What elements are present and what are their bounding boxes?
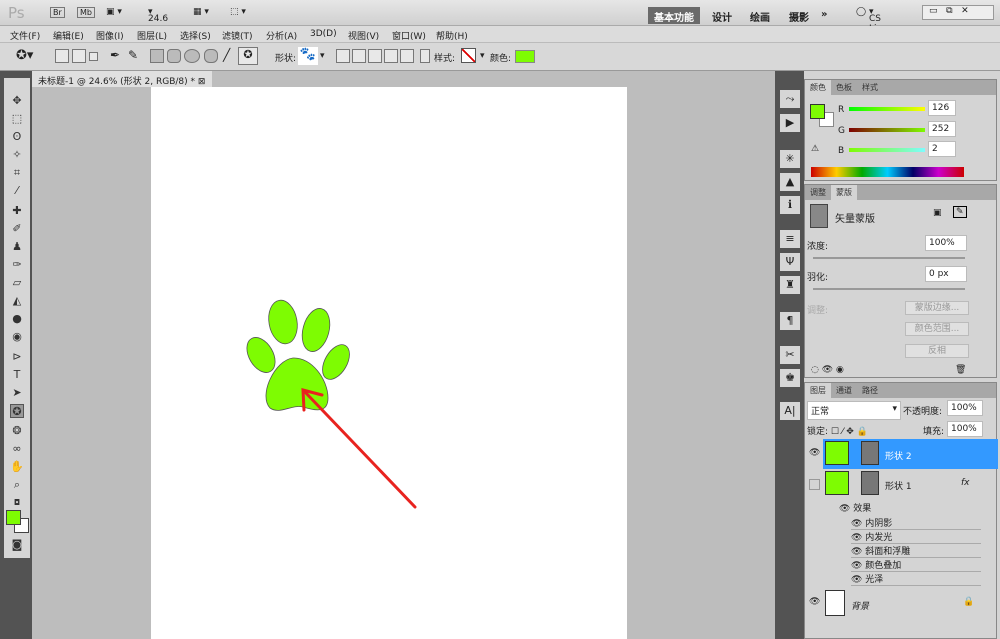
tab-layers[interactable]: 图层: [805, 383, 831, 398]
effect-label: 内发光: [865, 533, 893, 543]
effect-label: 斜面和浮雕: [865, 547, 911, 557]
brush-presets-icon[interactable]: ≡: [780, 230, 800, 248]
tab-masks[interactable]: 蒙版: [831, 185, 857, 200]
effect-label: 光泽: [865, 575, 884, 585]
b-slider[interactable]: [849, 148, 925, 152]
actions-icon[interactable]: ▶: [780, 114, 800, 132]
foreground-color[interactable]: [6, 510, 21, 525]
b-input[interactable]: 2: [928, 141, 956, 157]
vector-mask-thumbnail: [861, 441, 879, 465]
feather-label: 羽化:: [807, 273, 829, 283]
opacity-input[interactable]: 100%: [947, 400, 983, 416]
g-slider[interactable]: [849, 128, 925, 132]
effect-color-overlay[interactable]: 👁 颜色叠加: [851, 558, 981, 572]
clone-source-icon[interactable]: ♜: [780, 276, 800, 294]
masks-panel: 调整 蒙版 矢量蒙版 ▣ ✎ 浓度: 100% 羽化: 0 px 调整: 蒙版边缘…: [804, 184, 997, 378]
tab-styles[interactable]: 样式: [857, 80, 883, 95]
feather-slider[interactable]: [813, 288, 965, 290]
history-icon[interactable]: ⤳: [780, 90, 800, 108]
layer-thumbnail: [825, 471, 849, 495]
layers-panel: 图层 通道 路径 正常 ▾ 不透明度: 100% 锁定: ☐ ⁄ ✥ 🔒 填充: 10…: [804, 382, 998, 639]
opacity-label: 不透明度:: [903, 407, 943, 417]
r-label: R: [838, 105, 845, 115]
color-range-button[interactable]: 颜色范围...: [905, 322, 969, 336]
density-input[interactable]: 100%: [925, 235, 967, 251]
refine-label: 调整:: [807, 306, 829, 316]
info-icon[interactable]: ℹ: [780, 196, 800, 214]
vector-mask-title: 矢量蒙版: [835, 214, 875, 225]
visibility-eye-icon[interactable]: 👁: [809, 448, 820, 458]
tab-adjustments[interactable]: 调整: [805, 185, 831, 200]
layer-row-background[interactable]: 背景 🔒: [823, 587, 998, 619]
blend-mode-select[interactable]: 正常 ▾: [807, 401, 901, 420]
color-ramp[interactable]: [811, 167, 964, 177]
r-slider[interactable]: [849, 107, 925, 111]
layer-thumbnail: [825, 441, 849, 465]
effect-satin[interactable]: 👁 光泽: [851, 572, 981, 586]
layer-row-shape2[interactable]: 形状 2: [823, 439, 998, 469]
layer-name: 形状 1: [885, 482, 912, 492]
pixel-mask-button[interactable]: ▣: [933, 208, 942, 218]
lock-icon: 🔒: [963, 597, 975, 607]
layer-name: 背景: [851, 602, 870, 612]
fx-icon[interactable]: fx: [961, 478, 970, 488]
effects-row[interactable]: 👁 效果: [839, 501, 871, 514]
layer-thumbnail: [825, 590, 845, 616]
g-label: G: [838, 126, 845, 136]
lock-controls[interactable]: 锁定: ☐ ⁄ ✥ 🔒: [807, 424, 868, 437]
tab-swatches[interactable]: 色板: [831, 80, 857, 95]
tool-presets-icon[interactable]: ✂: [780, 346, 800, 364]
effect-inner-shadow[interactable]: 👁 内阴影: [851, 516, 981, 530]
g-input[interactable]: 252: [928, 121, 956, 137]
effect-bevel-emboss[interactable]: 👁 斜面和浮雕: [851, 544, 981, 558]
vector-mask-thumbnail: [861, 471, 879, 495]
gamut-warning-icon[interactable]: ⚠: [811, 144, 819, 154]
mask-thumbnail: [810, 204, 828, 228]
density-label: 浓度:: [807, 242, 829, 252]
character-icon[interactable]: A|: [780, 402, 800, 420]
load-selection-icon[interactable]: ◌ 👁 ◉: [811, 365, 844, 375]
effects-label: 效果: [853, 504, 872, 514]
r-input[interactable]: 126: [928, 100, 956, 116]
layer-name: 形状 2: [885, 452, 912, 462]
paragraph-icon[interactable]: ¶: [780, 312, 800, 330]
red-arrow: [301, 388, 417, 509]
fill-input[interactable]: 100%: [947, 421, 983, 437]
fill-label: 填充:: [923, 427, 945, 437]
visibility-toggle[interactable]: [809, 479, 820, 490]
density-slider[interactable]: [813, 257, 965, 259]
tab-paths[interactable]: 路径: [857, 383, 883, 398]
tab-channels[interactable]: 通道: [831, 383, 857, 398]
paw-shape[interactable]: [241, 298, 355, 411]
3d-icon[interactable]: ♚: [780, 369, 800, 387]
histogram-icon[interactable]: ▲: [780, 173, 800, 191]
lock-label: 锁定:: [807, 427, 829, 437]
effect-label: 颜色叠加: [865, 561, 902, 571]
layer-row-shape1[interactable]: 形状 1 fx: [823, 469, 998, 499]
tab-color[interactable]: 颜色: [805, 80, 831, 95]
brushes-icon[interactable]: Ψ: [780, 253, 800, 271]
fg-swatch[interactable]: [810, 104, 825, 119]
feather-input[interactable]: 0 px: [925, 266, 967, 282]
mask-edge-button[interactable]: 蒙版边缘...: [905, 301, 969, 315]
delete-mask-icon[interactable]: 🗑: [955, 365, 966, 375]
effect-label: 内阴影: [865, 519, 893, 529]
blend-mode-value: 正常: [811, 407, 830, 417]
invert-button[interactable]: 反相: [905, 344, 969, 358]
color-panel: 颜色 色板 样式 R 126 G 252 ⚠ B 2: [804, 79, 997, 181]
vector-mask-button[interactable]: ✎: [953, 206, 967, 218]
visibility-eye-icon[interactable]: 👁: [809, 597, 820, 607]
effect-inner-glow[interactable]: 👁 内发光: [851, 530, 981, 544]
navigator-icon[interactable]: ✳: [780, 150, 800, 168]
b-label: B: [838, 146, 845, 156]
